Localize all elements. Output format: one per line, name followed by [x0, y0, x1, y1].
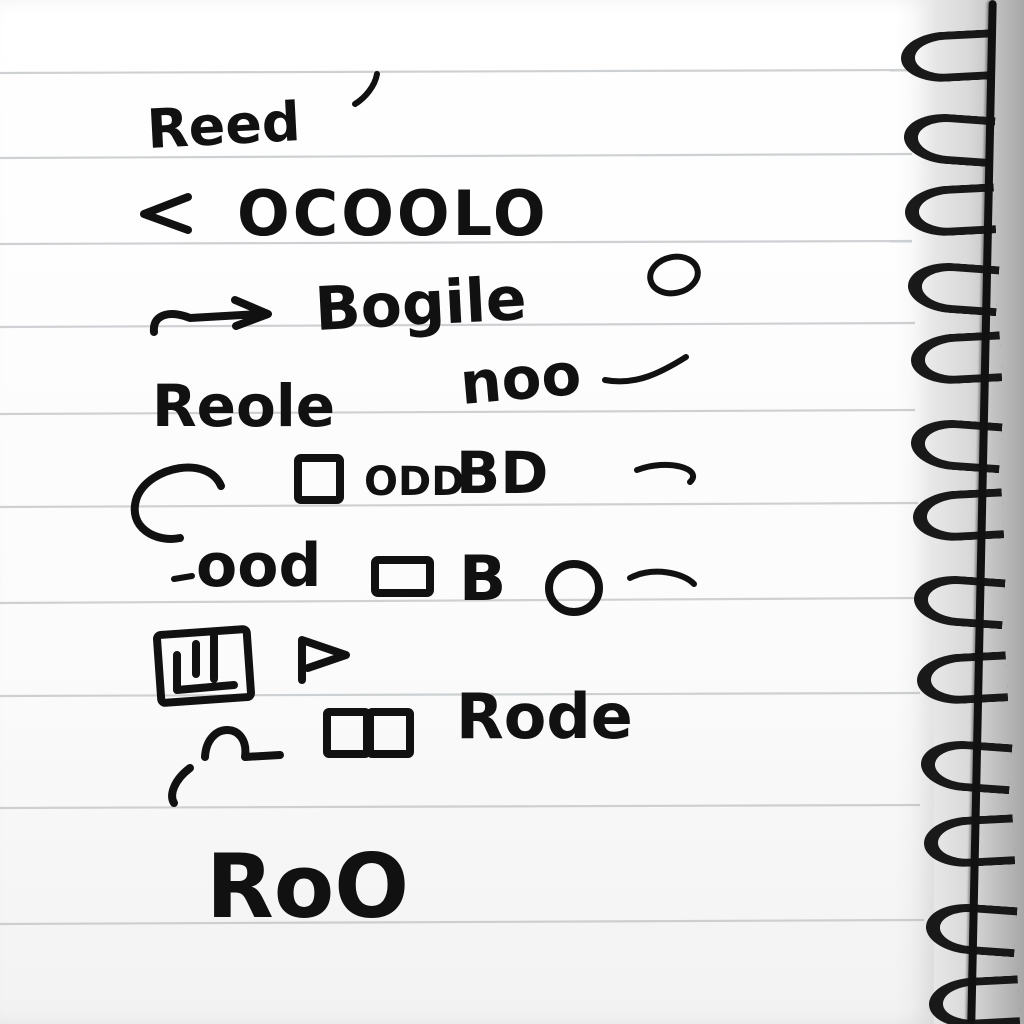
square-mark	[294, 454, 344, 504]
line-bd-swash	[634, 461, 696, 485]
right-arrow-icon	[149, 296, 272, 336]
line-roo-text: RoO	[206, 835, 409, 938]
small-circle-mark	[647, 253, 701, 297]
double-box-left	[323, 708, 371, 758]
oval-mark	[545, 560, 603, 616]
open-arc-mark	[168, 764, 194, 807]
short-swash	[627, 568, 697, 587]
boxed-symbol-inner	[173, 632, 238, 694]
line-bd-text: BD	[456, 439, 548, 507]
handwritten-notes: Reed OCOOLO Bogile Reole noo ODD BD ood …	[130, 71, 701, 938]
line-odd-text: ODD	[364, 459, 464, 505]
line-reed-tail	[352, 71, 380, 107]
line-reole-text: Reole	[152, 372, 335, 440]
line-b-text: B	[459, 542, 506, 615]
double-box-right	[366, 708, 414, 758]
double-box-mark	[201, 726, 284, 761]
line-rode-text: Rode	[456, 680, 633, 753]
small-rectangle-mark	[371, 556, 434, 597]
boxed-symbol	[153, 625, 255, 707]
line-bogile-text: Bogile	[313, 264, 528, 345]
line-reed-text: Reed	[145, 90, 302, 161]
line-noo-text: noo	[457, 340, 583, 418]
curved-bracket	[130, 463, 225, 543]
small-flag-mark	[298, 636, 350, 684]
notebook-photo: Reed OCOOLO Bogile Reole noo ODD BD ood …	[0, 0, 1024, 1024]
line-ood-text: ood	[196, 531, 321, 601]
left-arrow-icon	[140, 193, 192, 234]
line-ocoolo-text: OCOOLO	[237, 177, 549, 250]
dash-mark	[171, 573, 195, 582]
line-noo-swash	[602, 354, 689, 385]
